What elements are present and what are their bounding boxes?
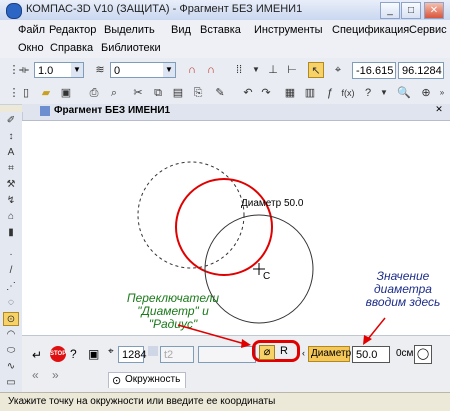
app-window: КОМПАС-3D V10 (ЗАЩИТА) - Фрагмент БЕЗ ИМ… [0,0,450,411]
annotation-arrows [177,317,386,348]
arrow-to-toggles [177,324,246,345]
arrow-to-value [367,317,386,340]
arrow-to-toggles-head [241,339,251,348]
